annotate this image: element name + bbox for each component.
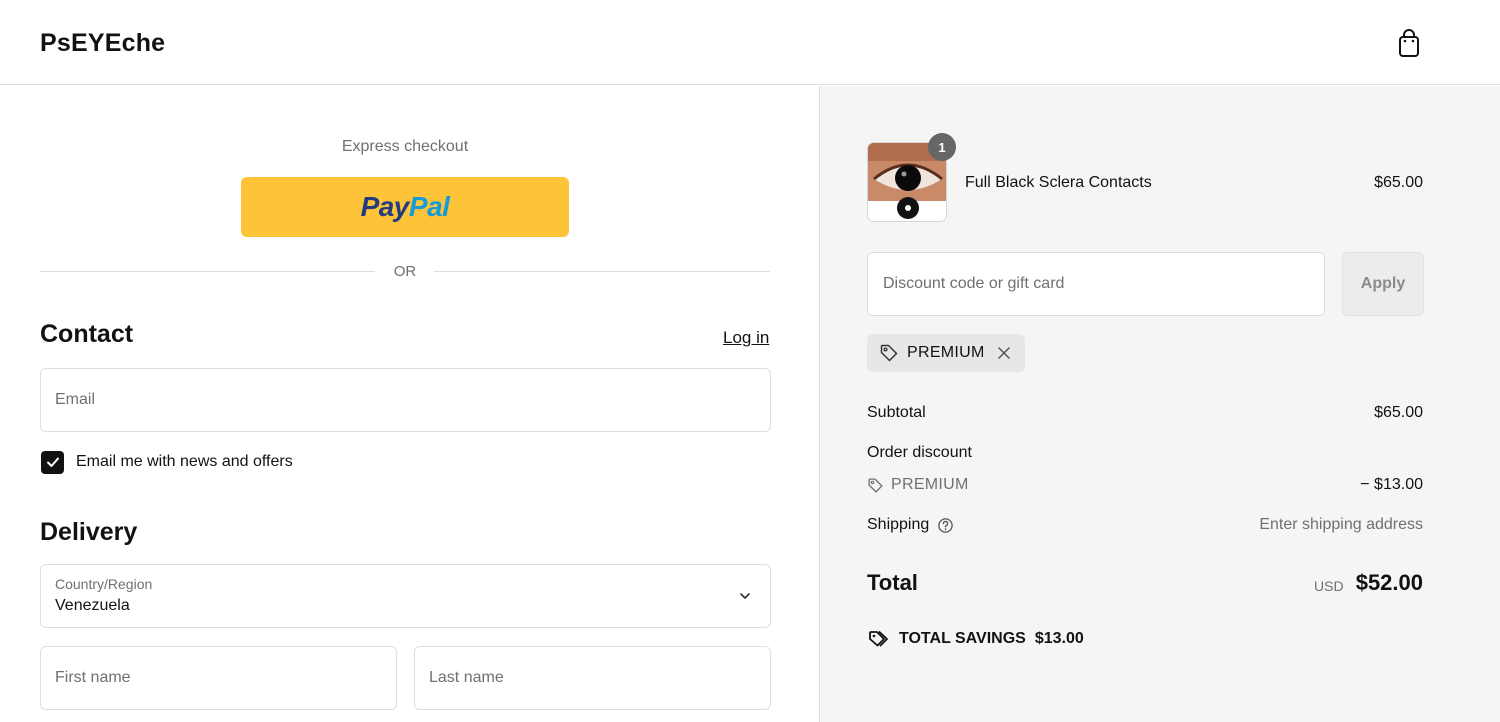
order-discount-label: Order discount: [867, 444, 972, 461]
discount-code-text: PREMIUM: [891, 476, 969, 493]
applied-discount-chip: PREMIUM: [867, 334, 1025, 372]
paypal-button[interactable]: PayPal: [241, 177, 569, 237]
discount-placeholder: Discount code or gift card: [883, 275, 1065, 292]
newsletter-checkbox[interactable]: [41, 450, 64, 474]
shipping-label: Shipping: [867, 516, 930, 533]
applied-code-text: PREMIUM: [907, 344, 985, 361]
store-logo[interactable]: PsEYEche: [40, 29, 165, 58]
shipping-row: Shipping: [867, 516, 954, 534]
savings-value: $13.00: [1034, 630, 1084, 647]
tag-icon: [868, 477, 883, 493]
checkout-form: Express checkout PayPal OR Contact Log i…: [0, 86, 819, 722]
first-name-placeholder: First name: [55, 669, 131, 686]
chevron-down-icon: [740, 593, 750, 599]
last-name-placeholder: Last name: [429, 669, 504, 686]
savings-label: TOTAL SAVINGS: [899, 630, 1026, 647]
country-select[interactable]: Country/Region Venezuela: [40, 564, 771, 628]
or-divider: OR: [40, 261, 770, 283]
or-text: OR: [393, 263, 417, 280]
site-header: PsEYEche: [0, 0, 1500, 85]
subtotal-label: Subtotal: [867, 404, 926, 421]
total-label: Total: [867, 570, 918, 595]
product-price: $65.00: [1374, 174, 1423, 191]
login-link[interactable]: Log in: [723, 328, 769, 348]
subtotal-value: $65.00: [1374, 404, 1423, 421]
express-checkout-label: Express checkout: [341, 138, 469, 155]
shopping-bag-icon[interactable]: [1395, 28, 1423, 58]
country-value: Venezuela: [55, 597, 130, 614]
total-savings: TOTAL SAVINGS $13.00: [867, 629, 1084, 649]
close-icon[interactable]: [997, 346, 1011, 360]
newsletter-checkbox-row[interactable]: Email me with news and offers: [41, 450, 293, 474]
total-value: $52.00: [1355, 570, 1423, 595]
paypal-logo: PayPal: [360, 191, 450, 222]
first-name-field[interactable]: First name: [40, 646, 397, 710]
last-name-field[interactable]: Last name: [414, 646, 771, 710]
discount-code-input[interactable]: Discount code or gift card: [867, 252, 1325, 316]
order-summary: 1 Full Black Sclera Contacts $65.00 Disc…: [819, 86, 1500, 722]
country-label: Country/Region: [55, 576, 153, 592]
tags-icon: [869, 631, 888, 647]
checkmark-icon: [46, 457, 59, 467]
apply-button[interactable]: Apply: [1342, 252, 1424, 316]
email-field[interactable]: Email: [40, 368, 771, 432]
discount-value: − $13.00: [1360, 476, 1423, 493]
delivery-heading: Delivery: [40, 518, 138, 546]
tag-icon: [880, 344, 898, 362]
email-placeholder: Email: [55, 391, 96, 408]
quantity-badge: 1: [928, 133, 956, 161]
currency-code: USD: [1314, 578, 1344, 594]
product-name: Full Black Sclera Contacts: [965, 174, 1152, 191]
discount-code-row: PREMIUM: [867, 476, 969, 494]
newsletter-label: Email me with news and offers: [76, 453, 293, 470]
help-circle-icon[interactable]: [937, 517, 954, 534]
contact-heading: Contact: [40, 320, 134, 348]
shipping-value: Enter shipping address: [1259, 516, 1423, 533]
